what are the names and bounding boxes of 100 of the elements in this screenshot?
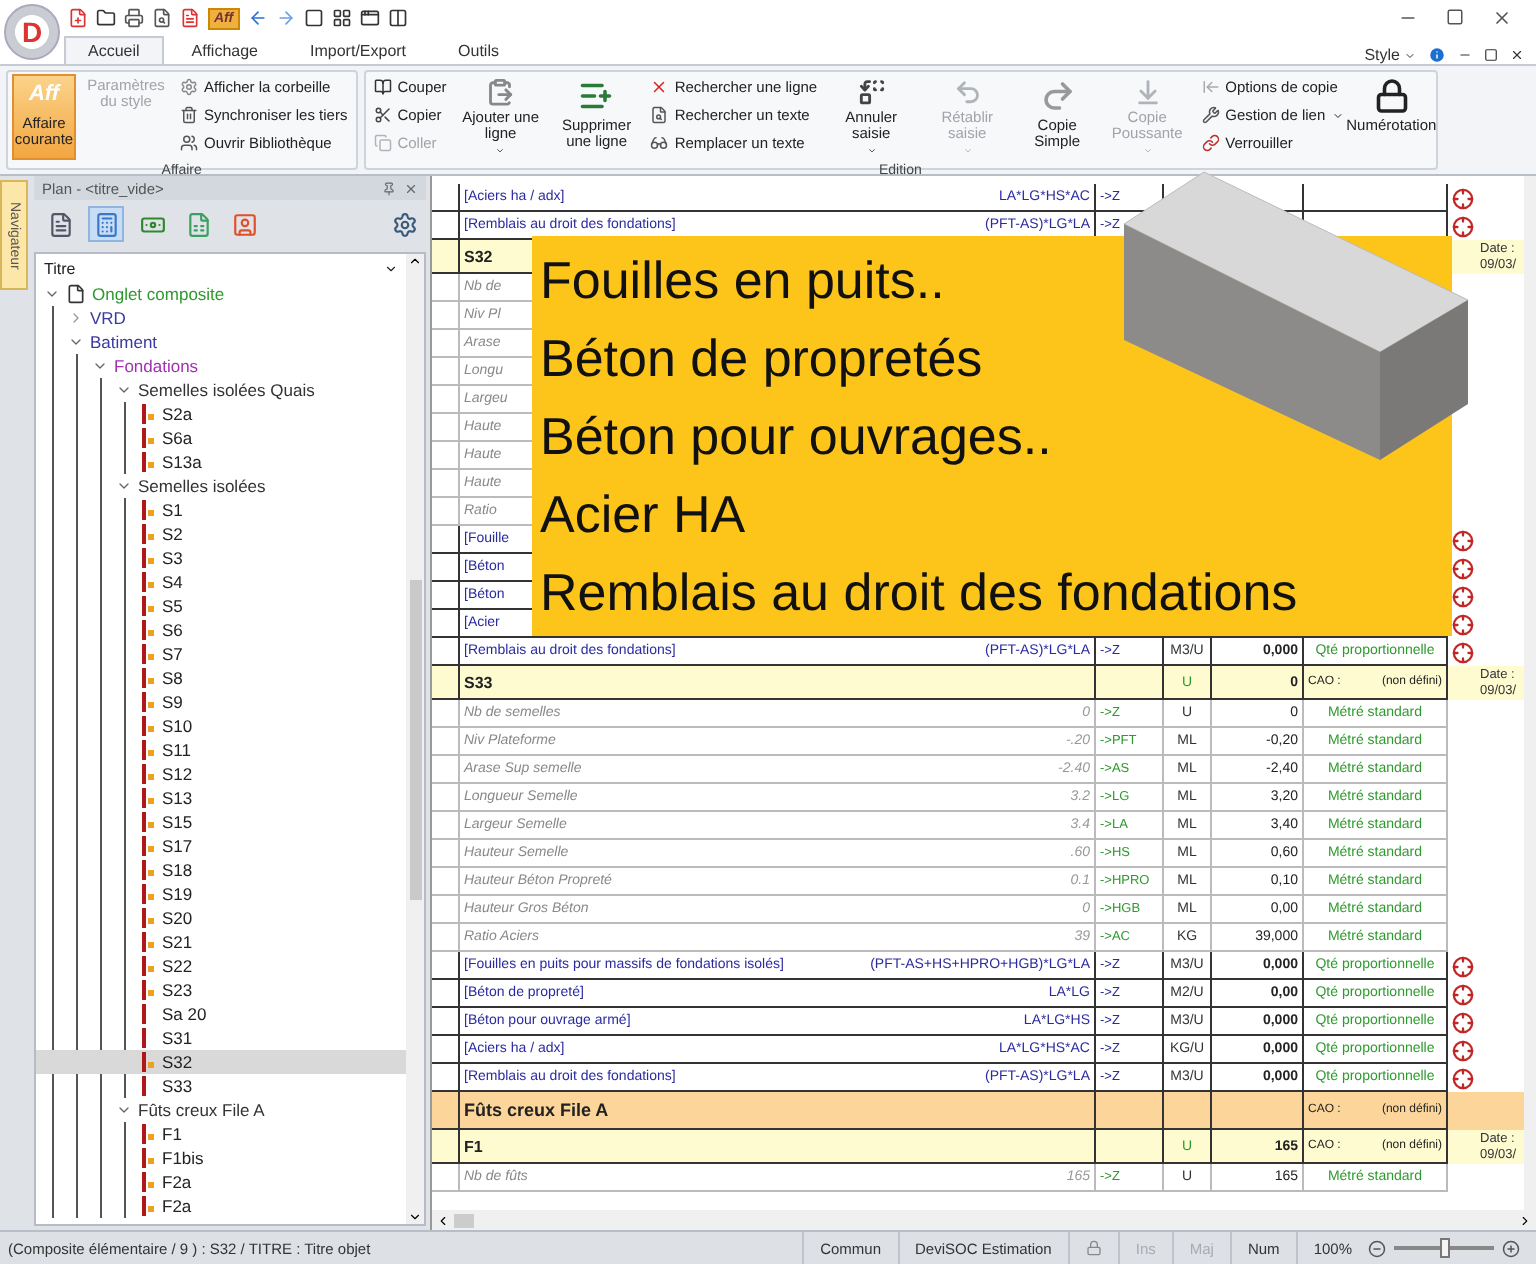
tree-label: Fûts creux File A: [138, 1100, 265, 1120]
tree-item[interactable]: S19: [36, 882, 406, 906]
columns-icon[interactable]: [387, 8, 408, 28]
info-icon[interactable]: [1428, 46, 1446, 64]
expand-icon[interactable]: [116, 478, 132, 494]
crosshair-icon[interactable]: [1451, 1039, 1473, 1061]
zoom-in-icon[interactable]: [1502, 1239, 1520, 1257]
close-icon[interactable]: [1492, 8, 1512, 28]
scroll-left-icon[interactable]: [436, 1213, 450, 1227]
zoom-out-icon[interactable]: [1368, 1239, 1386, 1257]
pdf-icon[interactable]: [180, 8, 200, 28]
tree-item[interactable]: S5: [36, 594, 406, 618]
tree-item[interactable]: S21: [36, 930, 406, 954]
scrollbar-thumb[interactable]: [454, 1213, 474, 1227]
printer-icon[interactable]: [124, 8, 144, 28]
tree-item[interactable]: S18: [36, 858, 406, 882]
close-icon[interactable]: [1510, 48, 1524, 62]
tree-item[interactable]: S12: [36, 762, 406, 786]
crosshair-icon[interactable]: [1451, 1011, 1473, 1033]
tree-label: S13a: [162, 452, 202, 472]
trash-icon: [180, 106, 198, 124]
window-icon[interactable]: [359, 8, 380, 28]
pin-icon[interactable]: [382, 181, 396, 195]
collapse-icon[interactable]: [68, 310, 84, 326]
maximize-icon[interactable]: [1446, 8, 1464, 26]
tree-item[interactable]: S13a: [36, 450, 406, 474]
tree-item[interactable]: F1: [36, 1122, 406, 1146]
tree-item[interactable]: S23: [36, 978, 406, 1002]
crosshair-icon[interactable]: [1451, 1067, 1473, 1089]
tree-item[interactable]: S32: [36, 1050, 406, 1074]
ribbon-tab[interactable]: Accueil: [64, 36, 164, 64]
tree-item[interactable]: S7: [36, 642, 406, 666]
tree-label: Batiment: [90, 332, 158, 352]
grid-icon[interactable]: [331, 8, 352, 28]
tree-item[interactable]: Semelles isolées Quais: [36, 378, 406, 402]
new-file-icon[interactable]: [68, 8, 88, 28]
scrollbar-thumb[interactable]: [409, 579, 421, 899]
tree-item[interactable]: F2a: [36, 1194, 406, 1218]
tree-item[interactable]: Fûts creux File A: [36, 1098, 406, 1122]
tree-item[interactable]: S13: [36, 786, 406, 810]
tree-item[interactable]: S2: [36, 522, 406, 546]
tree-item[interactable]: F2a: [36, 1170, 406, 1194]
tree-item[interactable]: S8: [36, 666, 406, 690]
zoom-slider-thumb[interactable]: [1440, 1238, 1450, 1258]
expand-icon[interactable]: [116, 1102, 132, 1118]
tree-item[interactable]: S20: [36, 906, 406, 930]
lock-icon[interactable]: [1085, 1240, 1102, 1256]
tree-item[interactable]: S6a: [36, 426, 406, 450]
crosshair-icon[interactable]: [1451, 983, 1473, 1005]
tree-item[interactable]: S15: [36, 810, 406, 834]
link-icon: [1201, 134, 1220, 152]
settings-icon[interactable]: [392, 211, 418, 237]
tree-item[interactable]: S6: [36, 618, 406, 642]
preview-icon[interactable]: [152, 8, 172, 28]
ribbon-tab[interactable]: Affichage: [167, 36, 283, 64]
crosshair-icon[interactable]: [1451, 215, 1473, 237]
expand-icon[interactable]: [44, 286, 60, 302]
tree-item[interactable]: S4: [36, 570, 406, 594]
crosshair-icon[interactable]: [1451, 187, 1473, 209]
ribbon-tab[interactable]: Outils: [434, 36, 523, 64]
crosshair-icon[interactable]: [1451, 641, 1473, 663]
crosshair-icon[interactable]: [1451, 529, 1473, 551]
scroll-down-icon[interactable]: [408, 1210, 422, 1224]
tree-label: F2a: [162, 1196, 192, 1216]
tree-item[interactable]: S33: [36, 1074, 406, 1098]
crosshair-icon[interactable]: [1451, 955, 1473, 977]
tree-item[interactable]: S9: [36, 690, 406, 714]
frame-icon[interactable]: [303, 8, 324, 28]
tree-item[interactable]: Sa 20: [36, 1002, 406, 1026]
tree-item[interactable]: S22: [36, 954, 406, 978]
toolbar-button[interactable]: [88, 206, 124, 242]
scroll-right-icon[interactable]: [1518, 1213, 1532, 1227]
tree-item[interactable]: S1: [36, 498, 406, 522]
ribbon-tab[interactable]: Import/Export: [286, 36, 431, 64]
tree-item[interactable]: S2a: [36, 402, 406, 426]
tree-item[interactable]: S10: [36, 714, 406, 738]
tree-label: S2: [162, 524, 183, 544]
forward-arrow-icon[interactable]: [275, 8, 296, 28]
scroll-up-icon[interactable]: [408, 254, 422, 268]
crosshair-icon[interactable]: [1451, 613, 1473, 635]
column-header: Titre: [44, 259, 76, 277]
tree-item[interactable]: VRD: [36, 306, 406, 330]
back-arrow-icon[interactable]: [247, 8, 268, 28]
crosshair-icon[interactable]: [1451, 557, 1473, 579]
folder-icon[interactable]: [96, 8, 116, 28]
caret-icon[interactable]: [384, 261, 398, 275]
tree-item[interactable]: Onglet composite: [36, 282, 406, 306]
tree-item[interactable]: S3: [36, 546, 406, 570]
tree-item[interactable]: S17: [36, 834, 406, 858]
tree-item[interactable]: S11: [36, 738, 406, 762]
tree-item[interactable]: S31: [36, 1026, 406, 1050]
minimize-icon[interactable]: [1458, 48, 1472, 62]
tree-item[interactable]: Batiment: [36, 330, 406, 354]
crosshair-icon[interactable]: [1451, 585, 1473, 607]
restore-icon[interactable]: [1484, 48, 1498, 62]
tree-item[interactable]: F1bis: [36, 1146, 406, 1170]
tree-item[interactable]: Fondations: [36, 354, 406, 378]
caret-icon: [1331, 109, 1344, 121]
style-menu[interactable]: Style: [1364, 46, 1416, 64]
tree-item[interactable]: Semelles isolées: [36, 474, 406, 498]
